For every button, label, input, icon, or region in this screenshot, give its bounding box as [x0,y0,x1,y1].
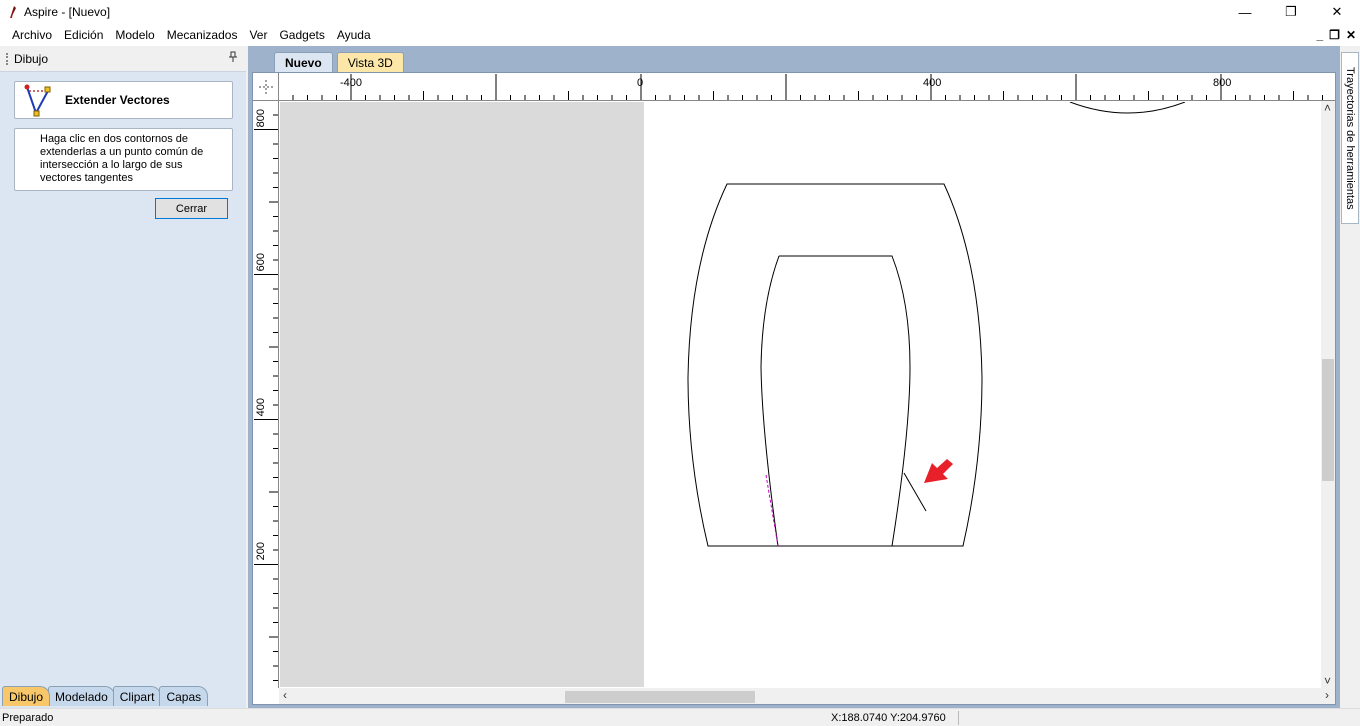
panel-header: Dibujo [0,46,246,72]
canvas-frame: -400 0 400 800 800 600 400 200 ˄ ˅ ‹ › [252,72,1336,705]
pin-icon[interactable] [228,51,238,66]
vertical-ruler: 800 600 400 200 [253,101,279,688]
horizontal-ruler: -400 0 400 800 [279,73,1335,101]
tab-clipart[interactable]: Clipart [112,686,162,706]
menu-gadgets[interactable]: Gadgets [273,24,330,46]
h-ruler-label: 400 [923,77,942,89]
scroll-right-icon[interactable]: › [1325,688,1329,702]
top-arc-vector [1069,102,1186,114]
mdi-restore-button[interactable]: ❐ [1329,28,1340,42]
inner-contour-vector [760,255,911,547]
drawing-panel: Dibujo Extender Vectores Haga clic en do… [0,46,246,708]
document-tabs: Nuevo Vista 3D [248,52,404,72]
close-window-button[interactable]: ✕ [1314,0,1360,24]
grip-icon[interactable] [6,52,8,65]
tool-card: Extender Vectores [14,81,233,119]
extension-preview-line [765,474,779,547]
toolpaths-tab[interactable]: Trayectorias de herramientas [1341,52,1359,224]
mdi-minimize-button[interactable]: _ [1316,28,1323,42]
toolpaths-tab-label: Trayectorias de herramientas [1344,66,1356,210]
status-separator [958,711,959,725]
minimize-button[interactable]: — [1222,0,1268,24]
menu-ayuda[interactable]: Ayuda [331,24,377,46]
title-bar: Aspire - [Nuevo] — ❐ ✕ [0,0,1360,24]
document-area: Nuevo Vista 3D -400 0 400 800 800 600 40… [248,46,1340,708]
v-ruler-label: 800 [255,109,267,128]
off-material-area [280,102,644,687]
menu-edicion[interactable]: Edición [58,24,109,46]
aspire-logo-icon [4,4,20,20]
vertical-scroll-thumb[interactable] [1322,359,1334,481]
help-text: Haga clic en dos contornos de extenderla… [14,128,233,191]
status-text: Preparado [2,712,54,724]
horizontal-scrollbar[interactable]: ‹ › [279,688,1335,704]
menu-archivo[interactable]: Archivo [6,24,58,46]
vertical-scrollbar[interactable]: ˄ ˅ [1321,101,1335,688]
scroll-down-icon[interactable]: ˅ [1324,674,1331,688]
restore-button[interactable]: ❐ [1268,0,1314,24]
menu-bar: Archivo Edición Modelo Mecanizados Ver G… [0,24,1360,46]
tab-modelado[interactable]: Modelado [48,686,115,706]
drawing-canvas[interactable] [280,102,1322,687]
menu-modelo[interactable]: Modelo [109,24,160,46]
mdi-controls: _ ❐ ✕ [1316,24,1356,46]
scroll-up-icon[interactable]: ˄ [1324,101,1331,115]
panel-title: Dibujo [14,51,49,66]
red-arrow-icon [924,459,953,483]
v-ruler-label: 200 [255,542,267,561]
h-ruler-label: 800 [1213,77,1232,89]
scroll-left-icon[interactable]: ‹ [283,688,287,702]
tool-name: Extender Vectores [65,93,170,107]
tab-capas[interactable]: Capas [159,686,209,706]
v-ruler-label: 400 [255,398,267,417]
origin-corner-icon[interactable] [253,73,279,101]
right-side-panel: Trayectorias de herramientas [1340,46,1360,708]
h-ruler-label: 0 [637,77,644,89]
extend-vectors-icon [23,83,53,117]
tab-dibujo[interactable]: Dibujo [2,686,51,706]
status-bar: Preparado X:188.0740 Y:204.9760 [0,708,1360,726]
window-title: Aspire - [Nuevo] [24,5,111,19]
open-vector-segment [903,472,927,512]
cursor-coordinates: X:188.0740 Y:204.9760 [831,712,946,724]
horizontal-scroll-thumb[interactable] [565,691,755,703]
panel-tabs: Dibujo Modelado Clipart Capas [0,684,246,706]
cerrar-button[interactable]: Cerrar [155,198,228,219]
menu-mecanizados[interactable]: Mecanizados [161,24,244,46]
h-ruler-label: -400 [340,77,363,89]
tab-nuevo[interactable]: Nuevo [274,52,333,72]
tab-vista-3d[interactable]: Vista 3D [336,52,404,72]
v-ruler-label: 600 [255,253,267,272]
menu-ver[interactable]: Ver [243,24,273,46]
mdi-close-button[interactable]: ✕ [1346,28,1356,42]
outer-contour-vector [687,183,983,547]
